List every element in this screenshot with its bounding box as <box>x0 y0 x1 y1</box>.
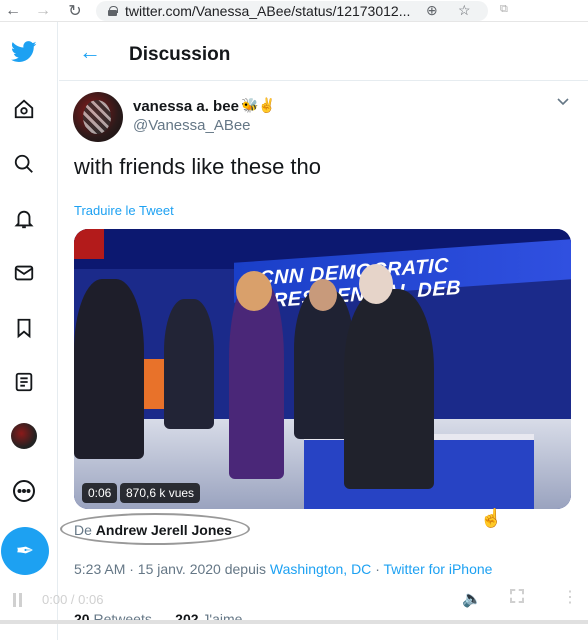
lists-icon[interactable] <box>11 369 37 395</box>
tweet-meta: 5:23 AM · 15 janv. 2020 depuis Washingto… <box>74 561 492 577</box>
timestamp[interactable]: 5:23 AM · 15 janv. 2020 depuis <box>74 561 266 577</box>
video-source: De Andrew Jerell Jones <box>74 522 232 538</box>
browser-toolbar: ← → ↻ twitter.com/Vanessa_ABee/status/12… <box>0 0 588 22</box>
page-header: ← Discussion <box>59 22 588 81</box>
client-link[interactable]: Twitter for iPhone <box>384 561 493 577</box>
video-head-2 <box>309 279 337 311</box>
playback-progress-bar[interactable] <box>0 620 588 624</box>
more-vertical-icon[interactable]: ⋮ <box>562 587 578 607</box>
back-arrow-icon[interactable]: ← <box>79 39 101 65</box>
video-views-badge: 870,6 k vues <box>120 483 201 503</box>
compose-tweet-button[interactable]: ✒ <box>1 527 49 575</box>
notifications-bell-icon[interactable] <box>11 206 37 232</box>
video-duration-badge: 0:06 <box>82 483 118 503</box>
display-name[interactable]: vanessa a. bee <box>133 98 239 115</box>
video-head-1 <box>236 271 272 311</box>
chevron-down-icon[interactable] <box>556 95 570 109</box>
playback-time: 0:00 / 0:06 <box>42 592 104 607</box>
video-red-panel <box>74 229 104 259</box>
user-handle[interactable]: @Vanessa_ABee <box>133 117 251 134</box>
sidebar: ✒ <box>0 22 58 640</box>
pause-icon[interactable] <box>12 593 24 607</box>
home-icon[interactable] <box>11 96 37 122</box>
video-head-3 <box>359 264 393 304</box>
fullscreen-icon[interactable] <box>510 589 524 603</box>
messages-envelope-icon[interactable] <box>11 260 37 286</box>
avatar[interactable] <box>73 92 123 142</box>
bookmarks-icon[interactable] <box>11 315 37 341</box>
hand-cursor-icon: ☝ <box>480 508 503 528</box>
video-player[interactable]: CNN DEMOCRATIC PRESIDENTIAL DEB 0:06 870… <box>74 229 571 509</box>
search-icon[interactable] <box>11 151 37 177</box>
reload-icon[interactable]: ↻ <box>62 0 88 22</box>
meta-separator: · <box>375 561 380 577</box>
location-link[interactable]: Washington, DC <box>270 561 371 577</box>
url-text: twitter.com/Vanessa_ABee/status/12173012… <box>125 3 411 19</box>
bookmark-star-icon[interactable]: ☆ <box>458 2 471 19</box>
source-prefix: De <box>74 522 92 538</box>
add-icon[interactable]: ⊕ <box>426 2 438 19</box>
translate-tweet-link[interactable]: Traduire le Tweet <box>74 203 174 218</box>
more-options-icon[interactable] <box>11 478 37 504</box>
feather-plus-icon: ✒ <box>15 538 35 563</box>
extension-icon[interactable]: ⧉ <box>500 3 508 16</box>
media-controls: 0:00 / 0:06 🔈 ⋮ <box>0 583 588 618</box>
volume-icon[interactable]: 🔈 <box>462 589 482 609</box>
source-name-link[interactable]: Andrew Jerell Jones <box>96 522 232 538</box>
video-person-left <box>74 279 144 459</box>
name-emojis: 🐝✌ <box>241 97 276 113</box>
video-person-right <box>344 289 434 489</box>
page-title: Discussion <box>129 44 231 65</box>
profile-avatar-icon[interactable] <box>11 423 37 449</box>
back-icon[interactable]: ← <box>0 0 26 22</box>
forward-icon[interactable]: → <box>30 0 56 22</box>
lock-icon <box>108 6 118 16</box>
video-person-back <box>164 299 214 429</box>
tweet-text: with friends like these tho <box>74 154 322 179</box>
twitter-logo-icon[interactable] <box>11 39 37 65</box>
